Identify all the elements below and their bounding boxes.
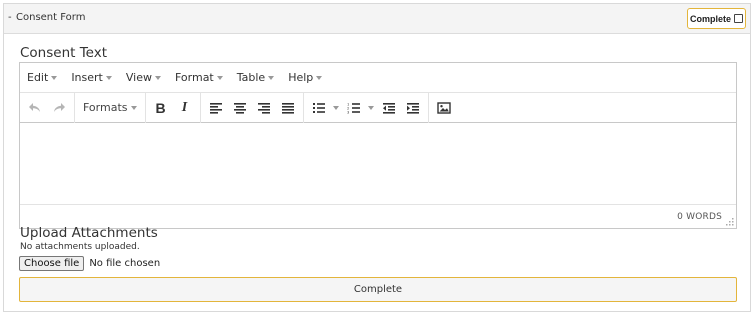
resize-handle-icon[interactable]: [726, 218, 734, 226]
italic-icon: I: [181, 99, 188, 115]
chevron-down-icon: [216, 76, 223, 80]
chevron-down-icon: [105, 76, 112, 80]
consent-form-panel: - Consent Form Complete Consent Text Edi…: [3, 3, 751, 312]
complete-checkbox[interactable]: [734, 14, 743, 23]
attachments-status: No attachments uploaded.: [20, 242, 140, 252]
undo-button[interactable]: [23, 96, 47, 120]
choose-file-button[interactable]: Choose file: [19, 256, 85, 271]
redo-icon: [54, 102, 65, 112]
style-group: B I: [146, 92, 201, 123]
formats-label: Formats: [83, 101, 128, 114]
italic-button[interactable]: I: [173, 96, 197, 120]
editor-menubar: Edit Insert View Format Table Help: [20, 63, 736, 93]
word-count: 0 WORDS: [677, 211, 722, 222]
svg-text:3: 3: [347, 110, 349, 114]
editor-toolbar: Formats B I 1 2 3: [20, 92, 736, 123]
menu-table[interactable]: Table: [236, 71, 275, 84]
editor-content-area[interactable]: [20, 124, 736, 205]
alignment-group: [201, 92, 304, 123]
menu-insert-label: Insert: [71, 71, 103, 84]
complete-toggle[interactable]: Complete: [687, 8, 746, 29]
menu-edit-label: Edit: [27, 71, 49, 84]
formats-group: Formats: [75, 92, 146, 123]
undo-icon: [29, 102, 40, 112]
indent-icon: [406, 102, 419, 114]
file-input: Choose file No file chosen: [19, 256, 160, 271]
chevron-down-icon: [316, 76, 323, 80]
consent-text-label: Consent Text: [20, 45, 108, 61]
align-justify-button[interactable]: [276, 96, 300, 120]
upload-attachments-label: Upload Attachments: [20, 225, 158, 241]
chevron-down-icon: [268, 76, 275, 80]
align-right-icon: [257, 102, 270, 114]
align-center-icon: [233, 102, 246, 114]
menu-format-label: Format: [174, 71, 214, 84]
bullet-list-button[interactable]: [307, 96, 331, 120]
insert-group: [429, 93, 459, 123]
outdent-button[interactable]: [377, 96, 401, 120]
menu-format[interactable]: Format: [175, 71, 223, 84]
rich-text-editor: Edit Insert View Format Table Help Forma…: [19, 62, 737, 229]
chevron-down-icon: [154, 76, 161, 80]
menu-help[interactable]: Help: [288, 71, 323, 84]
list-group: 123: [304, 92, 429, 123]
menu-table-label: Table: [236, 71, 266, 84]
outdent-icon: [382, 102, 395, 114]
panel-header: - Consent Form Complete: [4, 4, 750, 34]
file-chosen-text: No file chosen: [89, 258, 161, 269]
bold-icon: B: [155, 99, 166, 116]
align-justify-icon: [281, 102, 294, 114]
image-icon: [436, 101, 451, 114]
chevron-down-icon: [51, 76, 58, 80]
align-center-button[interactable]: [228, 96, 252, 120]
numbered-list-button[interactable]: 123: [342, 96, 366, 120]
redo-button[interactable]: [47, 96, 71, 120]
panel-title: Consent Form: [16, 12, 86, 23]
bullet-list-options-icon[interactable]: [332, 106, 339, 110]
menu-help-label: Help: [288, 71, 314, 84]
indent-button[interactable]: [401, 96, 425, 120]
complete-toggle-label: Complete: [689, 13, 731, 24]
menu-insert[interactable]: Insert: [71, 71, 112, 84]
numbered-list-icon: 123: [347, 102, 360, 114]
collapse-toggle[interactable]: -: [8, 12, 12, 23]
insert-image-button[interactable]: [432, 96, 456, 120]
formats-dropdown[interactable]: Formats: [78, 96, 142, 120]
menu-view-label: View: [125, 71, 152, 84]
menu-view[interactable]: View: [126, 71, 161, 84]
align-left-icon: [209, 102, 222, 114]
menu-edit[interactable]: Edit: [27, 71, 58, 84]
chevron-down-icon: [130, 106, 137, 110]
align-right-button[interactable]: [252, 96, 276, 120]
bullet-list-icon: [312, 102, 325, 113]
align-left-button[interactable]: [204, 96, 228, 120]
bold-button[interactable]: B: [149, 96, 173, 120]
numbered-list-options-icon[interactable]: [367, 106, 374, 110]
complete-button[interactable]: Complete: [19, 277, 737, 302]
history-group: [20, 92, 75, 123]
